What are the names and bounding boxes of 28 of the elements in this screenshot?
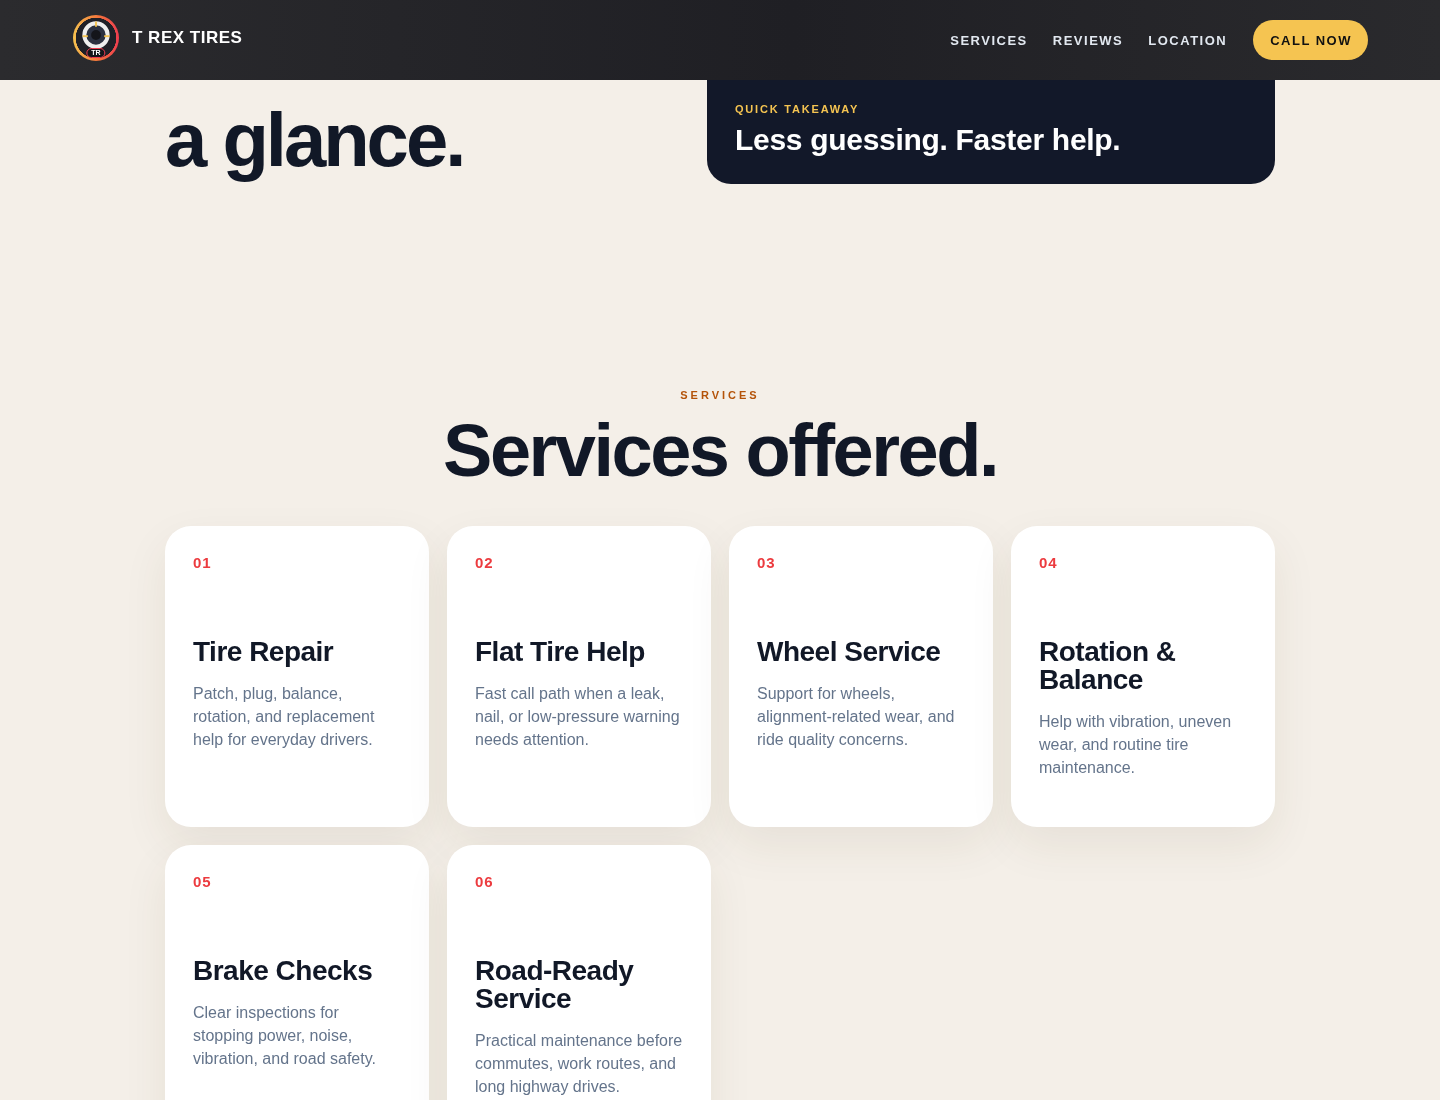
service-number: 04 xyxy=(1039,554,1058,572)
service-description: Patch, plug, balance, rotation, and replacement help for everyday drivers. xyxy=(193,684,376,750)
service-number: 03 xyxy=(757,554,776,572)
service-title: Tire Repair xyxy=(193,638,334,666)
brand-name: T REX TIRES xyxy=(132,28,243,48)
call-now-button[interactable]: CALL NOW xyxy=(1253,20,1368,60)
service-title: Road-Ready Service xyxy=(475,957,635,1013)
takeaway-label: QUICK TAKEAWAY xyxy=(735,102,860,116)
service-title: Wheel Service xyxy=(757,638,941,666)
nav-link[interactable]: SERVICES xyxy=(950,32,1028,48)
service-number: 06 xyxy=(475,873,494,891)
service-number: 02 xyxy=(475,554,494,572)
section-heading: Services offered. xyxy=(443,414,997,488)
takeaway-title: Less guessing. Faster help. xyxy=(735,122,1121,158)
service-description: Practical maintenance before commutes, work routes, and long highway drives. xyxy=(475,1031,684,1097)
service-number: 01 xyxy=(193,554,212,572)
service-number: 05 xyxy=(193,873,212,891)
service-description: Help with vibration, uneven wear, and routine tire maintenance. xyxy=(1039,712,1233,778)
service-title: Rotation & Balance xyxy=(1039,638,1177,694)
service-description: Support for wheels, alignment-related wear, and ride quality concerns. xyxy=(757,684,956,750)
service-title: Brake Checks xyxy=(193,957,373,985)
service-description: Fast call path when a leak, nail, or low-pressure warning needs attention. xyxy=(475,684,681,750)
nav-link[interactable]: LOCATION xyxy=(1148,32,1228,48)
section-eyebrow: SERVICES xyxy=(680,388,760,402)
service-title: Flat Tire Help xyxy=(475,638,645,666)
service-description: Clear inspections for stopping power, noise, vibration, and road safety. xyxy=(193,1003,377,1069)
nav-link[interactable]: REVIEWS xyxy=(1052,32,1124,48)
wheel-icon xyxy=(82,21,110,49)
